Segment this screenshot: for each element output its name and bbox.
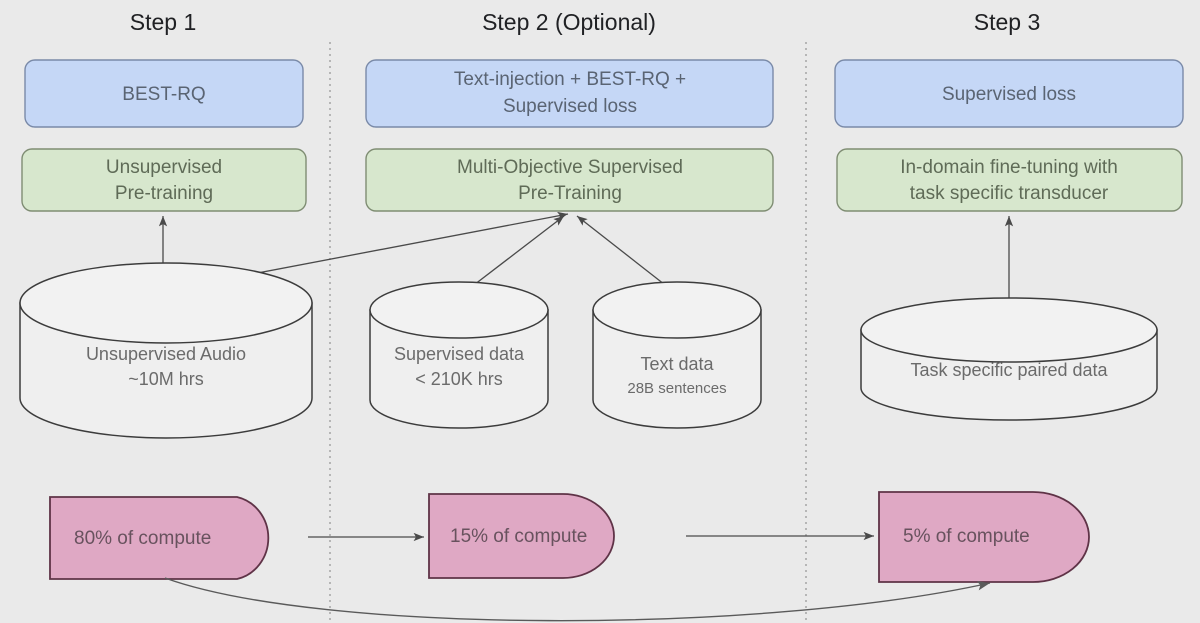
data-store-2-line1: Supervised data <box>394 344 525 364</box>
compute-shape-5-label: 5% of compute <box>903 526 1030 547</box>
arrow-text-to-multiobj <box>576 215 670 289</box>
data-store-1-line1: Unsupervised Audio <box>86 344 246 364</box>
data-store-text-data[interactable]: Text data 28B sentences <box>592 281 762 429</box>
data-store-1-line2: ~10M hrs <box>128 369 204 389</box>
compute-shape-5[interactable]: 5% of compute <box>878 491 1090 583</box>
stage-box-1-label-line2: Pre-training <box>115 183 213 204</box>
stage-box-1-label-line1: Unsupervised <box>106 157 222 178</box>
stage-box-2-label-line2: Pre-Training <box>518 183 622 204</box>
compute-shape-80[interactable]: 80% of compute <box>49 496 270 580</box>
data-store-2-line2: < 210K hrs <box>415 369 503 389</box>
step-title-1: Step 1 <box>130 9 197 35</box>
diagram-canvas: Step 1 Step 2 (Optional) Step 3 BEST-RQ … <box>0 0 1200 623</box>
data-store-4-line1: Task specific paired data <box>910 360 1108 380</box>
objective-box-3-label: Supervised loss <box>942 84 1076 105</box>
step-title-3: Step 3 <box>974 9 1041 35</box>
step-title-2: Step 2 (Optional) <box>482 9 656 35</box>
stage-box-3-label-line2: task specific transducer <box>910 183 1109 204</box>
data-store-task-specific-paired-data[interactable]: Task specific paired data <box>860 297 1158 421</box>
compute-shape-15-label: 15% of compute <box>450 526 587 547</box>
arrow-compute-feedback-loop <box>164 577 991 622</box>
stage-box-3-label-line1: In-domain fine-tuning with <box>900 157 1118 178</box>
arrow-supervised-to-multiobj <box>469 215 565 289</box>
data-store-3-line2: 28B sentences <box>627 380 726 397</box>
objective-box-2-label-line2: Supervised loss <box>503 96 637 117</box>
objective-box-1-label: BEST-RQ <box>122 84 205 105</box>
compute-shape-80-label: 80% of compute <box>74 528 211 549</box>
objective-box-2-label-line1: Text-injection + BEST-RQ + <box>454 69 686 90</box>
data-store-3-line1: Text data <box>640 354 714 374</box>
data-store-supervised-data[interactable]: Supervised data < 210K hrs <box>369 281 549 429</box>
diagram-svg: Step 1 Step 2 (Optional) Step 3 BEST-RQ … <box>19 9 1184 623</box>
compute-shape-15[interactable]: 15% of compute <box>428 493 615 579</box>
data-store-unsupervised-audio[interactable]: Unsupervised Audio ~10M hrs <box>19 262 313 439</box>
stage-box-2-label-line1: Multi-Objective Supervised <box>457 157 683 178</box>
